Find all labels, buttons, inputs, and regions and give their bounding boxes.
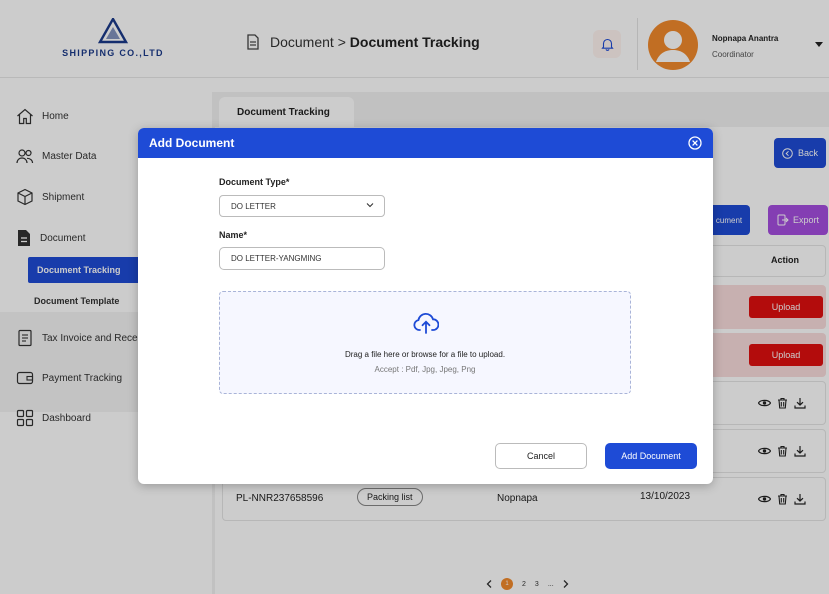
name-label: Name* (219, 230, 248, 240)
add-document-submit-button[interactable]: Add Document (605, 443, 697, 469)
modal-title: Add Document (149, 136, 235, 150)
modal-header: Add Document (138, 128, 713, 158)
document-type-value: DO LETTER (231, 201, 276, 211)
document-type-label: Document Type* (219, 177, 290, 187)
close-icon[interactable] (687, 135, 703, 151)
name-input[interactable] (219, 247, 385, 270)
cloud-upload-icon (413, 313, 439, 334)
document-type-select[interactable]: DO LETTER (219, 195, 385, 217)
dropzone-accepted-types: Accept : Pdf, Jpg, Jpeg, Png (374, 365, 476, 374)
chevron-down-icon (366, 203, 374, 208)
add-document-modal: Add Document Document Type* DO LETTER Na… (138, 128, 713, 484)
file-dropzone[interactable]: Drag a file here or browse for a file to… (219, 291, 631, 394)
dropzone-instructions: Drag a file here or browse for a file to… (344, 350, 506, 359)
cancel-button[interactable]: Cancel (495, 443, 587, 469)
